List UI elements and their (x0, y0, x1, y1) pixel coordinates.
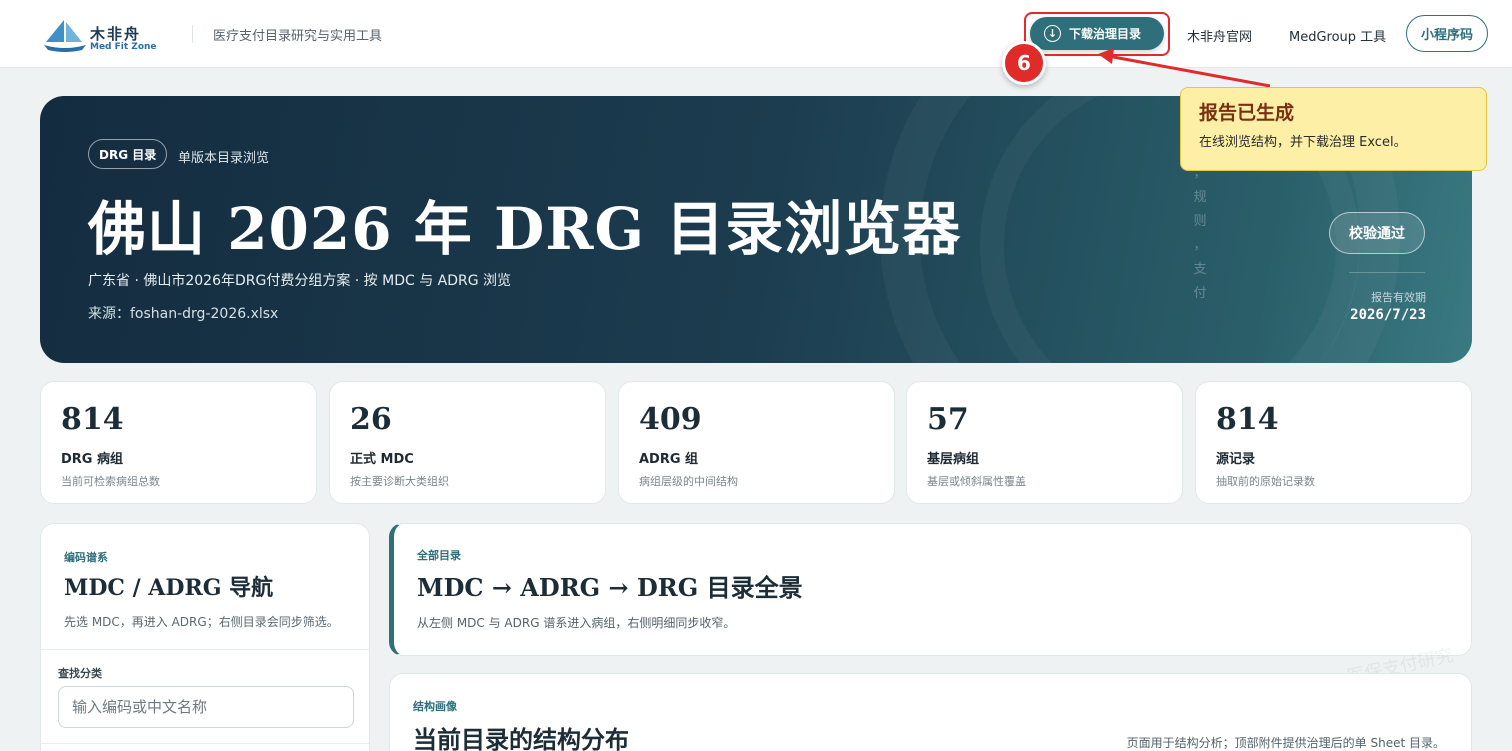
sailboat-logo-icon (44, 20, 86, 52)
structure-kicker: 结构画像 (413, 700, 457, 713)
stat-label: 正式 MDC (350, 452, 414, 467)
overview-description: 从左侧 MDC 与 ADRG 谱系进入病组，右侧明细同步收窄。 (417, 616, 736, 630)
catalog-overview-panel: 全部目录 MDC → ADRG → DRG 目录全景 从左侧 MDC 与 ADR… (389, 523, 1472, 656)
nav-medgroup-tools-link[interactable]: MedGroup 工具 (1289, 26, 1386, 45)
step-number-badge: 6 (1002, 41, 1046, 85)
sidebar-divider (41, 743, 369, 744)
structure-profile-panel: 结构画像 当前目录的结构分布 页面用于结构分析；顶部附件提供治理后的单 Shee… (389, 673, 1472, 751)
stat-label: 源记录 (1216, 452, 1256, 467)
sidebar-title: MDC / ADRG 导航 (64, 575, 274, 601)
mini-program-button[interactable]: 小程序码 (1406, 15, 1488, 52)
sidebar-divider (41, 649, 369, 650)
catalog-type-pill: DRG 目录 (88, 139, 168, 169)
verification-passed-badge[interactable]: 校验通过 (1329, 212, 1425, 254)
annotation-arrow-icon (1098, 48, 1271, 88)
report-validity-label: 报告有效期 (1371, 291, 1426, 304)
hero-source-file: 来源：foshan-drg-2026.xlsx (88, 306, 279, 322)
stat-description: 当前可检索病组总数 (61, 475, 160, 488)
stat-card-adrg: 409 ADRG 组 病组层级的中间结构 (618, 381, 895, 504)
hero-subtitle: 单版本目录浏览 (178, 151, 270, 166)
category-search-input[interactable] (58, 686, 354, 728)
brand-name-en: Med Fit Zone (90, 42, 157, 52)
overview-kicker: 全部目录 (417, 549, 461, 562)
callout-text: 在线浏览结构，并下载治理 Excel。 (1199, 135, 1407, 150)
brand-logo[interactable]: 木非舟 Med Fit Zone (42, 16, 158, 54)
callout-title: 报告已生成 (1199, 102, 1295, 124)
stat-description: 病组层级的中间结构 (639, 475, 738, 488)
stat-value: 26 (350, 402, 392, 437)
stat-value: 814 (1216, 402, 1279, 437)
sidebar-hint: 先选 MDC，再进入 ADRG；右侧目录会同步筛选。 (64, 615, 339, 629)
hero-description: 广东省 · 佛山市2026年DRG付费分组方案 · 按 MDC 与 ADRG 浏… (88, 273, 512, 289)
structure-title: 当前目录的结构分布 (413, 725, 629, 751)
hero-vertical-text: ， 规 则 ， 支 付 (1193, 166, 1207, 301)
stat-description: 基层或倾斜属性覆盖 (927, 475, 1026, 488)
top-navbar: 木非舟 Med Fit Zone 医疗支付目录研究与实用工具 ↓ 下载治理目录 … (0, 0, 1512, 68)
overview-title: MDC → ADRG → DRG 目录全景 (417, 573, 803, 602)
stat-card-primary-care: 57 基层病组 基层或倾斜属性覆盖 (906, 381, 1183, 504)
report-validity-date: 2026/7/23 (1350, 307, 1426, 323)
stat-value: 409 (639, 402, 702, 437)
stat-label: ADRG 组 (639, 452, 699, 467)
search-category-label: 查找分类 (58, 667, 102, 680)
site-tagline: 医疗支付目录研究与实用工具 (213, 29, 383, 44)
brand-name-cn: 木非舟 (90, 25, 142, 43)
stat-card-mdc: 26 正式 MDC 按主要诊断大类组织 (329, 381, 606, 504)
mdc-adrg-navigation-panel: 编码谱系 MDC / ADRG 导航 先选 MDC，再进入 ADRG；右侧目录会… (40, 523, 370, 751)
hero-divider (1349, 272, 1425, 273)
structure-note: 页面用于结构分析；顶部附件提供治理后的单 Sheet 目录。 (1126, 736, 1445, 750)
stat-card-source-records: 814 源记录 抽取前的原始记录数 (1195, 381, 1472, 504)
page-title: 佛山 2026 年 DRG 目录浏览器 (88, 195, 962, 263)
stat-description: 按主要诊断大类组织 (350, 475, 449, 488)
header-divider (192, 25, 193, 43)
sidebar-kicker: 编码谱系 (64, 551, 108, 564)
stat-card-drg: 814 DRG 病组 当前可检索病组总数 (40, 381, 317, 504)
stat-value: 57 (927, 402, 969, 437)
annotation-callout: 报告已生成 在线浏览结构，并下载治理 Excel。 (1180, 87, 1487, 171)
stat-label: DRG 病组 (61, 452, 123, 467)
stat-description: 抽取前的原始记录数 (1216, 475, 1315, 488)
stat-value: 814 (61, 402, 124, 437)
stat-label: 基层病组 (927, 452, 980, 467)
